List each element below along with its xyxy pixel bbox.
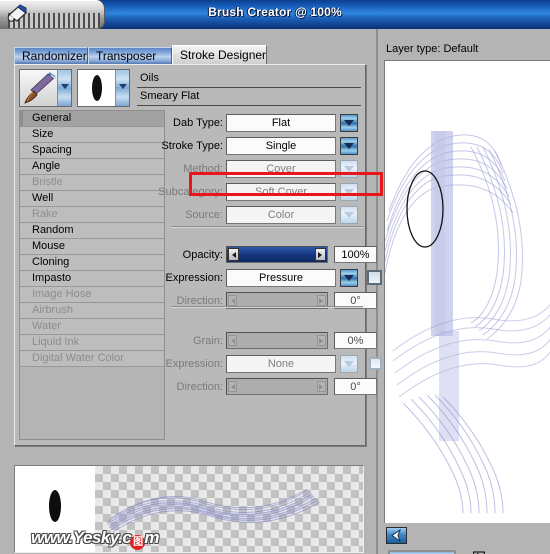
field-grain-expression: Expression: None [166,355,382,375]
category-item-random[interactable]: Random [20,223,164,239]
subcategory-label: Subcategory: [158,186,223,198]
field-opacity-expression: Expression: Pressure [166,269,382,289]
grain-value: 0% [334,332,377,349]
field-opacity: Opacity: 100% [171,246,377,266]
window-grip-plate[interactable] [0,0,105,29]
subcategory-value: Soft Cover [226,183,336,201]
opacity-direction-right-knob [317,295,326,306]
brush-icon [20,70,59,106]
field-dab-type: Dab Type: Flat [171,114,361,134]
opacity-value[interactable]: 100% [334,246,377,263]
tab-randomizer[interactable]: Randomizer [14,47,88,64]
opacity-expression-dropdown-button[interactable] [340,269,358,287]
field-grain-direction: Direction: 0° [171,378,377,398]
opacity-expression-value[interactable]: Pressure [226,269,336,287]
tab-stroke-designer[interactable]: Stroke Designer [172,45,267,64]
settings-separator-top [171,226,363,228]
opacity-label: Opacity: [182,249,223,261]
opacity-slider[interactable] [226,246,328,263]
field-source: Source: Color [171,206,361,226]
grain-direction-value: 0° [334,378,377,395]
grain-expression-invert-checkbox [369,357,382,370]
brush-category-picker[interactable] [19,69,72,107]
brush-category-dropdown-arrow[interactable] [58,70,71,106]
dab-shape-icon [78,70,117,106]
grain-slider [226,332,328,349]
opacity-slider-left-knob[interactable] [228,248,239,261]
brush-creator-window: Brush Creator @ 100% Randomizer Transpos… [0,0,550,554]
stroke-type-dropdown-button[interactable] [340,137,358,155]
field-stroke-type: Stroke Type: Single [161,137,361,157]
grain-direction-left-knob [228,381,237,392]
watermark-suffix: m [144,528,159,547]
dab-type-label: Dab Type: [173,117,223,129]
brush-variant-name: Smeary Flat [137,88,361,106]
stroke-designer-panel: Oils Smeary Flat General Size Spacing An… [14,64,383,446]
grain-expression-label: Expression: [165,358,223,370]
stroke-type-label: Stroke Type: [161,140,223,152]
brush-name-display: Oils Smeary Flat [137,70,361,108]
clear-button[interactable]: Clear [388,550,456,554]
window-titlebar[interactable]: Brush Creator @ 100% [0,0,550,29]
grain-expression-dropdown-button [340,355,358,373]
source-value: Color [226,206,336,224]
grain-label: Grain: [193,335,223,347]
dab-type-value[interactable]: Flat [226,114,336,132]
method-dropdown-button [340,160,358,178]
grain-slider-left-knob [228,335,237,346]
field-opacity-direction: Direction: 0° [171,292,377,312]
tab-transposer[interactable]: Transposer [88,47,172,64]
opacity-expression-invert-checkbox[interactable] [367,270,382,285]
opacity-direction-left-knob [228,295,237,306]
paint-bucket-icon [7,4,27,22]
opacity-slider-fill [227,247,327,262]
opacity-slider-right-knob[interactable] [315,248,326,261]
field-subcategory: Subcategory: Soft Cover [158,183,361,203]
grain-slider-right-knob [317,335,326,346]
category-item-water: Water [20,319,164,335]
grain-expression-value: None [226,355,336,373]
opacity-expression-label: Expression: [165,272,223,284]
figure-caption: 图1.4.14 [472,548,525,554]
window-content: Randomizer Transposer Stroke Designer Oi… [0,29,550,554]
brush-selector-header: Oils Smeary Flat [19,69,361,107]
back-arrow-icon[interactable] [386,527,407,544]
brush-preview-canvas[interactable] [384,60,550,523]
grain-direction-label: Direction: [176,381,223,393]
dab-type-dropdown-button[interactable] [340,114,358,132]
stroke-preview-strip[interactable]: www.Yesky.c 图 m [14,465,364,553]
watermark: www.Yesky.c 图 m [31,528,159,550]
dab-shape-dropdown-arrow[interactable] [116,70,129,106]
watermark-prefix: www.Yesky.c [31,528,132,547]
source-dropdown-button [340,206,358,224]
field-grain: Grain: 0% [171,332,377,352]
source-label: Source: [185,209,223,221]
stroke-type-value[interactable]: Single [226,137,336,155]
grain-direction-slider [226,378,328,395]
method-value: Cover [226,160,336,178]
layer-type-label: Layer type: Default [386,43,479,55]
method-label: Method: [183,163,223,175]
settings-fields: Dab Type: Flat Stroke Type: Single Metho… [158,110,382,440]
grain-direction-right-knob [317,381,326,392]
brush-category-name: Oils [137,70,361,88]
settings-separator-bottom [171,306,363,308]
field-method: Method: Cover [171,160,361,180]
subcategory-dropdown-button [340,183,358,201]
dab-shape-picker[interactable] [77,69,130,107]
